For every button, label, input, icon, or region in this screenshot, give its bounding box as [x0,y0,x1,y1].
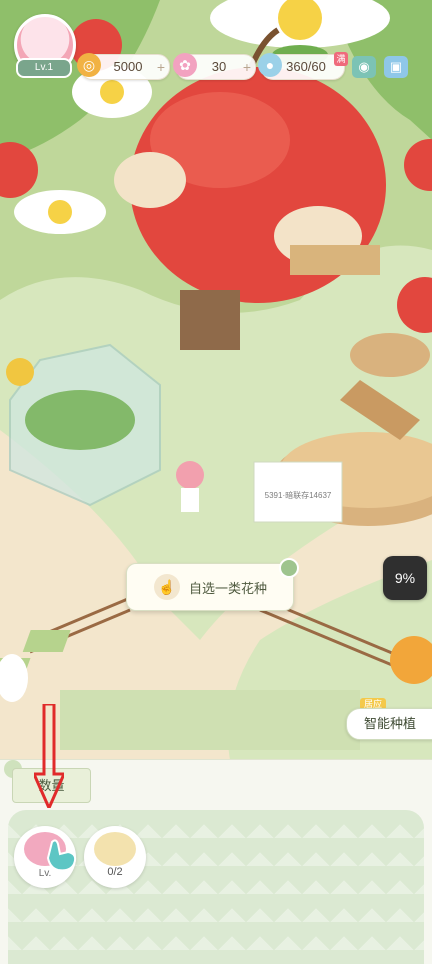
golden-tree-icon [94,832,136,866]
coin-icon: ◎ [77,53,101,77]
water-value: 360/60 [286,59,326,74]
seed-slot-count: 0/2 [107,866,123,878]
tooltip-text: 自选一类花种 [189,581,268,596]
smart-plant-button[interactable]: 智能种植 [346,708,432,740]
petal-counter[interactable]: ✿ 30 + [173,53,256,80]
garden-sign: 5391·暗联存14637 [253,461,343,523]
coin-counter[interactable]: ◎ 5000 + [77,53,170,80]
seed-slot-2[interactable] [84,826,146,888]
coin-value: 5000 [113,59,143,74]
daisy-flower [14,190,106,234]
add-petal-icon[interactable]: + [243,55,251,79]
game-screen: 5391·暗联存14637 Lv.1 ◎ 5000 + ✿ 30 + ● 360… [0,0,432,964]
water-drop-icon: ● [258,53,282,77]
add-coin-icon[interactable]: + [157,55,165,79]
player-level: Lv.1 [16,58,72,78]
handheld-console-icon[interactable]: ▣ [384,56,408,78]
flower-type-tooltip[interactable]: ☝ 自选一类花种 [126,558,299,611]
petal-value: 30 [211,59,227,74]
progress-percent[interactable]: 9% [383,556,427,600]
tap-hand-icon: ☝ [154,574,180,600]
water-counter[interactable]: ● 360/60 [258,53,345,80]
seed-grid [8,810,424,964]
petal-icon: ✿ [173,53,197,77]
tutorial-arrow-icon [34,704,64,808]
garden-sign-text: 5391·暗联存14637 [265,490,332,500]
pointer-hand-icon [46,839,77,872]
tooltip-settings-icon[interactable] [279,558,299,578]
camera-icon[interactable]: ◉ [352,56,376,78]
water-full-badge: 满 [334,52,348,66]
